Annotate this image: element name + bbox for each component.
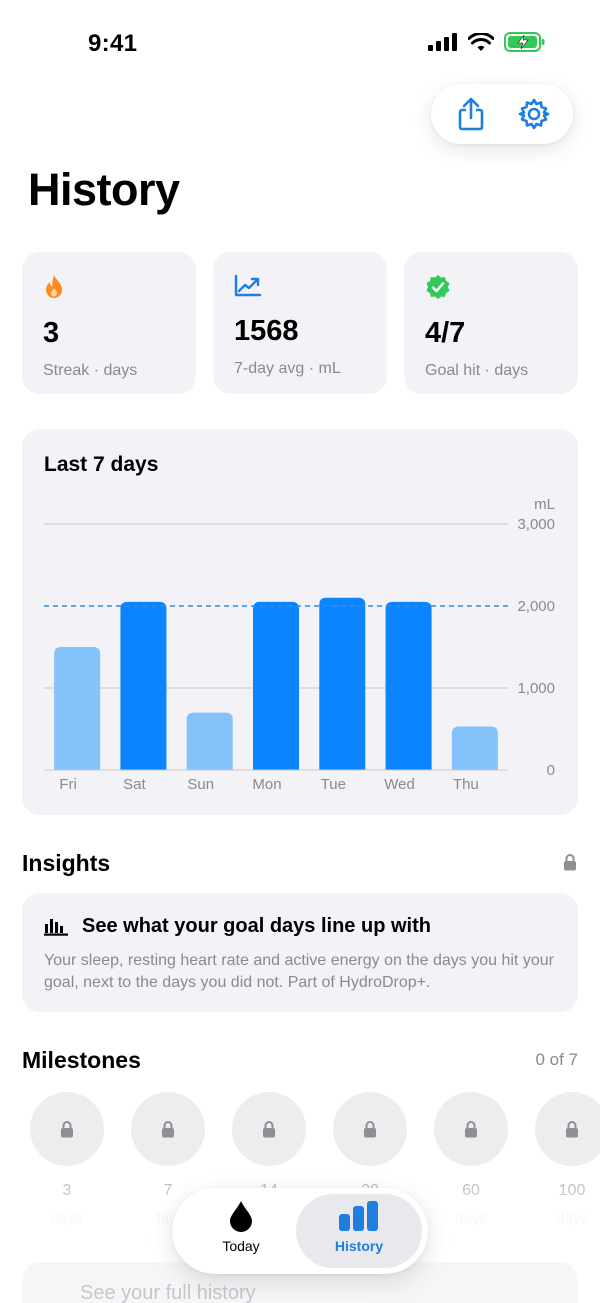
- toolbar: [431, 84, 573, 144]
- status-time: 9:41: [88, 30, 138, 57]
- status-icons: [428, 32, 546, 52]
- stat-card-goal[interactable]: 4/7 Goal hit · days: [404, 252, 578, 394]
- tab-today[interactable]: Today: [178, 1194, 304, 1268]
- x-tick-label: Fri: [59, 776, 76, 793]
- stat-value: 3: [43, 317, 60, 349]
- milestone-badge: [535, 1092, 600, 1166]
- bar-chart-icon: [339, 1201, 378, 1231]
- bar-chart: mL 0 1,000 2,000 3,000 Fri Sat Sun Mon Tue Wed Thu: [44, 496, 555, 793]
- tab-history[interactable]: History: [296, 1194, 422, 1268]
- lock-icon: [465, 1121, 477, 1138]
- lock-icon: [564, 854, 576, 871]
- x-tick-label: Wed: [384, 776, 415, 793]
- stat-label: 7-day avg · mL: [234, 360, 341, 377]
- stat-card-average[interactable]: 1568 7-day avg · mL: [213, 252, 387, 394]
- milestones-title: Milestones: [22, 1047, 141, 1073]
- gear-icon: [518, 98, 549, 130]
- x-tick-label: Thu: [453, 776, 479, 793]
- milestone-badge: [232, 1092, 306, 1166]
- x-tick-label: Tue: [321, 776, 346, 793]
- milestone-badge: [333, 1092, 407, 1166]
- y-axis-unit: mL: [534, 496, 555, 513]
- bar-sun: [186, 712, 233, 770]
- stat-value: 1568: [234, 315, 299, 347]
- y-tick-label: 0: [547, 762, 555, 779]
- x-tick-label: Sun: [187, 776, 214, 793]
- milestone-badge: [434, 1092, 508, 1166]
- bar-tue: [319, 597, 366, 770]
- lock-icon: [566, 1121, 578, 1138]
- insights-title: Insights: [22, 850, 111, 876]
- tab-bar: Today History: [172, 1188, 428, 1274]
- chart-card: Last 7 days mL 0 1,000 2,000 3,000 Fri Sat Sun M…: [22, 429, 578, 815]
- y-tick-label: 1,000: [517, 680, 555, 697]
- battery-charging-icon: [504, 32, 545, 52]
- bar-fri: [54, 647, 101, 770]
- milestone-badge: [30, 1092, 104, 1166]
- trend-up-icon: [234, 274, 262, 297]
- check-badge-icon: [426, 275, 450, 299]
- stat-label: Goal hit · days: [425, 362, 529, 379]
- bar-thu: [451, 726, 498, 770]
- lock-icon: [263, 1121, 275, 1138]
- insight-card[interactable]: See what your goal days line up with You…: [22, 893, 578, 1012]
- tab-label: Today: [222, 1238, 260, 1254]
- insight-header: See what your goal days line up with: [44, 915, 431, 938]
- milestones-count: 0 of 7: [535, 1050, 578, 1069]
- share-icon: [458, 97, 483, 131]
- settings-button[interactable]: [510, 90, 558, 138]
- lock-icon: [364, 1121, 376, 1138]
- milestone-badge: [131, 1092, 205, 1166]
- drop-icon: [230, 1201, 252, 1232]
- x-tick-label: Sat: [123, 776, 146, 793]
- x-tick-label: Mon: [252, 776, 281, 793]
- y-tick-label: 3,000: [517, 516, 555, 533]
- bar-wed: [385, 601, 432, 770]
- insight-card-title: See what your goal days line up with: [82, 915, 431, 937]
- share-button[interactable]: [447, 90, 495, 138]
- bar-sat: [120, 601, 167, 770]
- lock-icon: [61, 1121, 73, 1138]
- wifi-icon: [468, 32, 494, 51]
- cellular-signal-icon: [428, 33, 457, 51]
- chart-bars-icon: [44, 918, 68, 936]
- bar-mon: [253, 601, 299, 770]
- flame-icon: [46, 275, 62, 298]
- stat-label: Streak · days: [43, 362, 138, 379]
- tab-label: History: [334, 1238, 384, 1254]
- y-tick-label: 2,000: [517, 598, 555, 615]
- lock-icon: [162, 1121, 174, 1138]
- status-bar: 9:41: [0, 0, 600, 90]
- page-title: History: [28, 164, 180, 215]
- stat-value: 4/7: [425, 317, 466, 349]
- full-history-cta-label: See your full history: [80, 1282, 256, 1303]
- stat-card-streak[interactable]: 3 Streak · days: [22, 252, 196, 394]
- insight-card-body: Your sleep, resting heart rate and activ…: [44, 952, 554, 991]
